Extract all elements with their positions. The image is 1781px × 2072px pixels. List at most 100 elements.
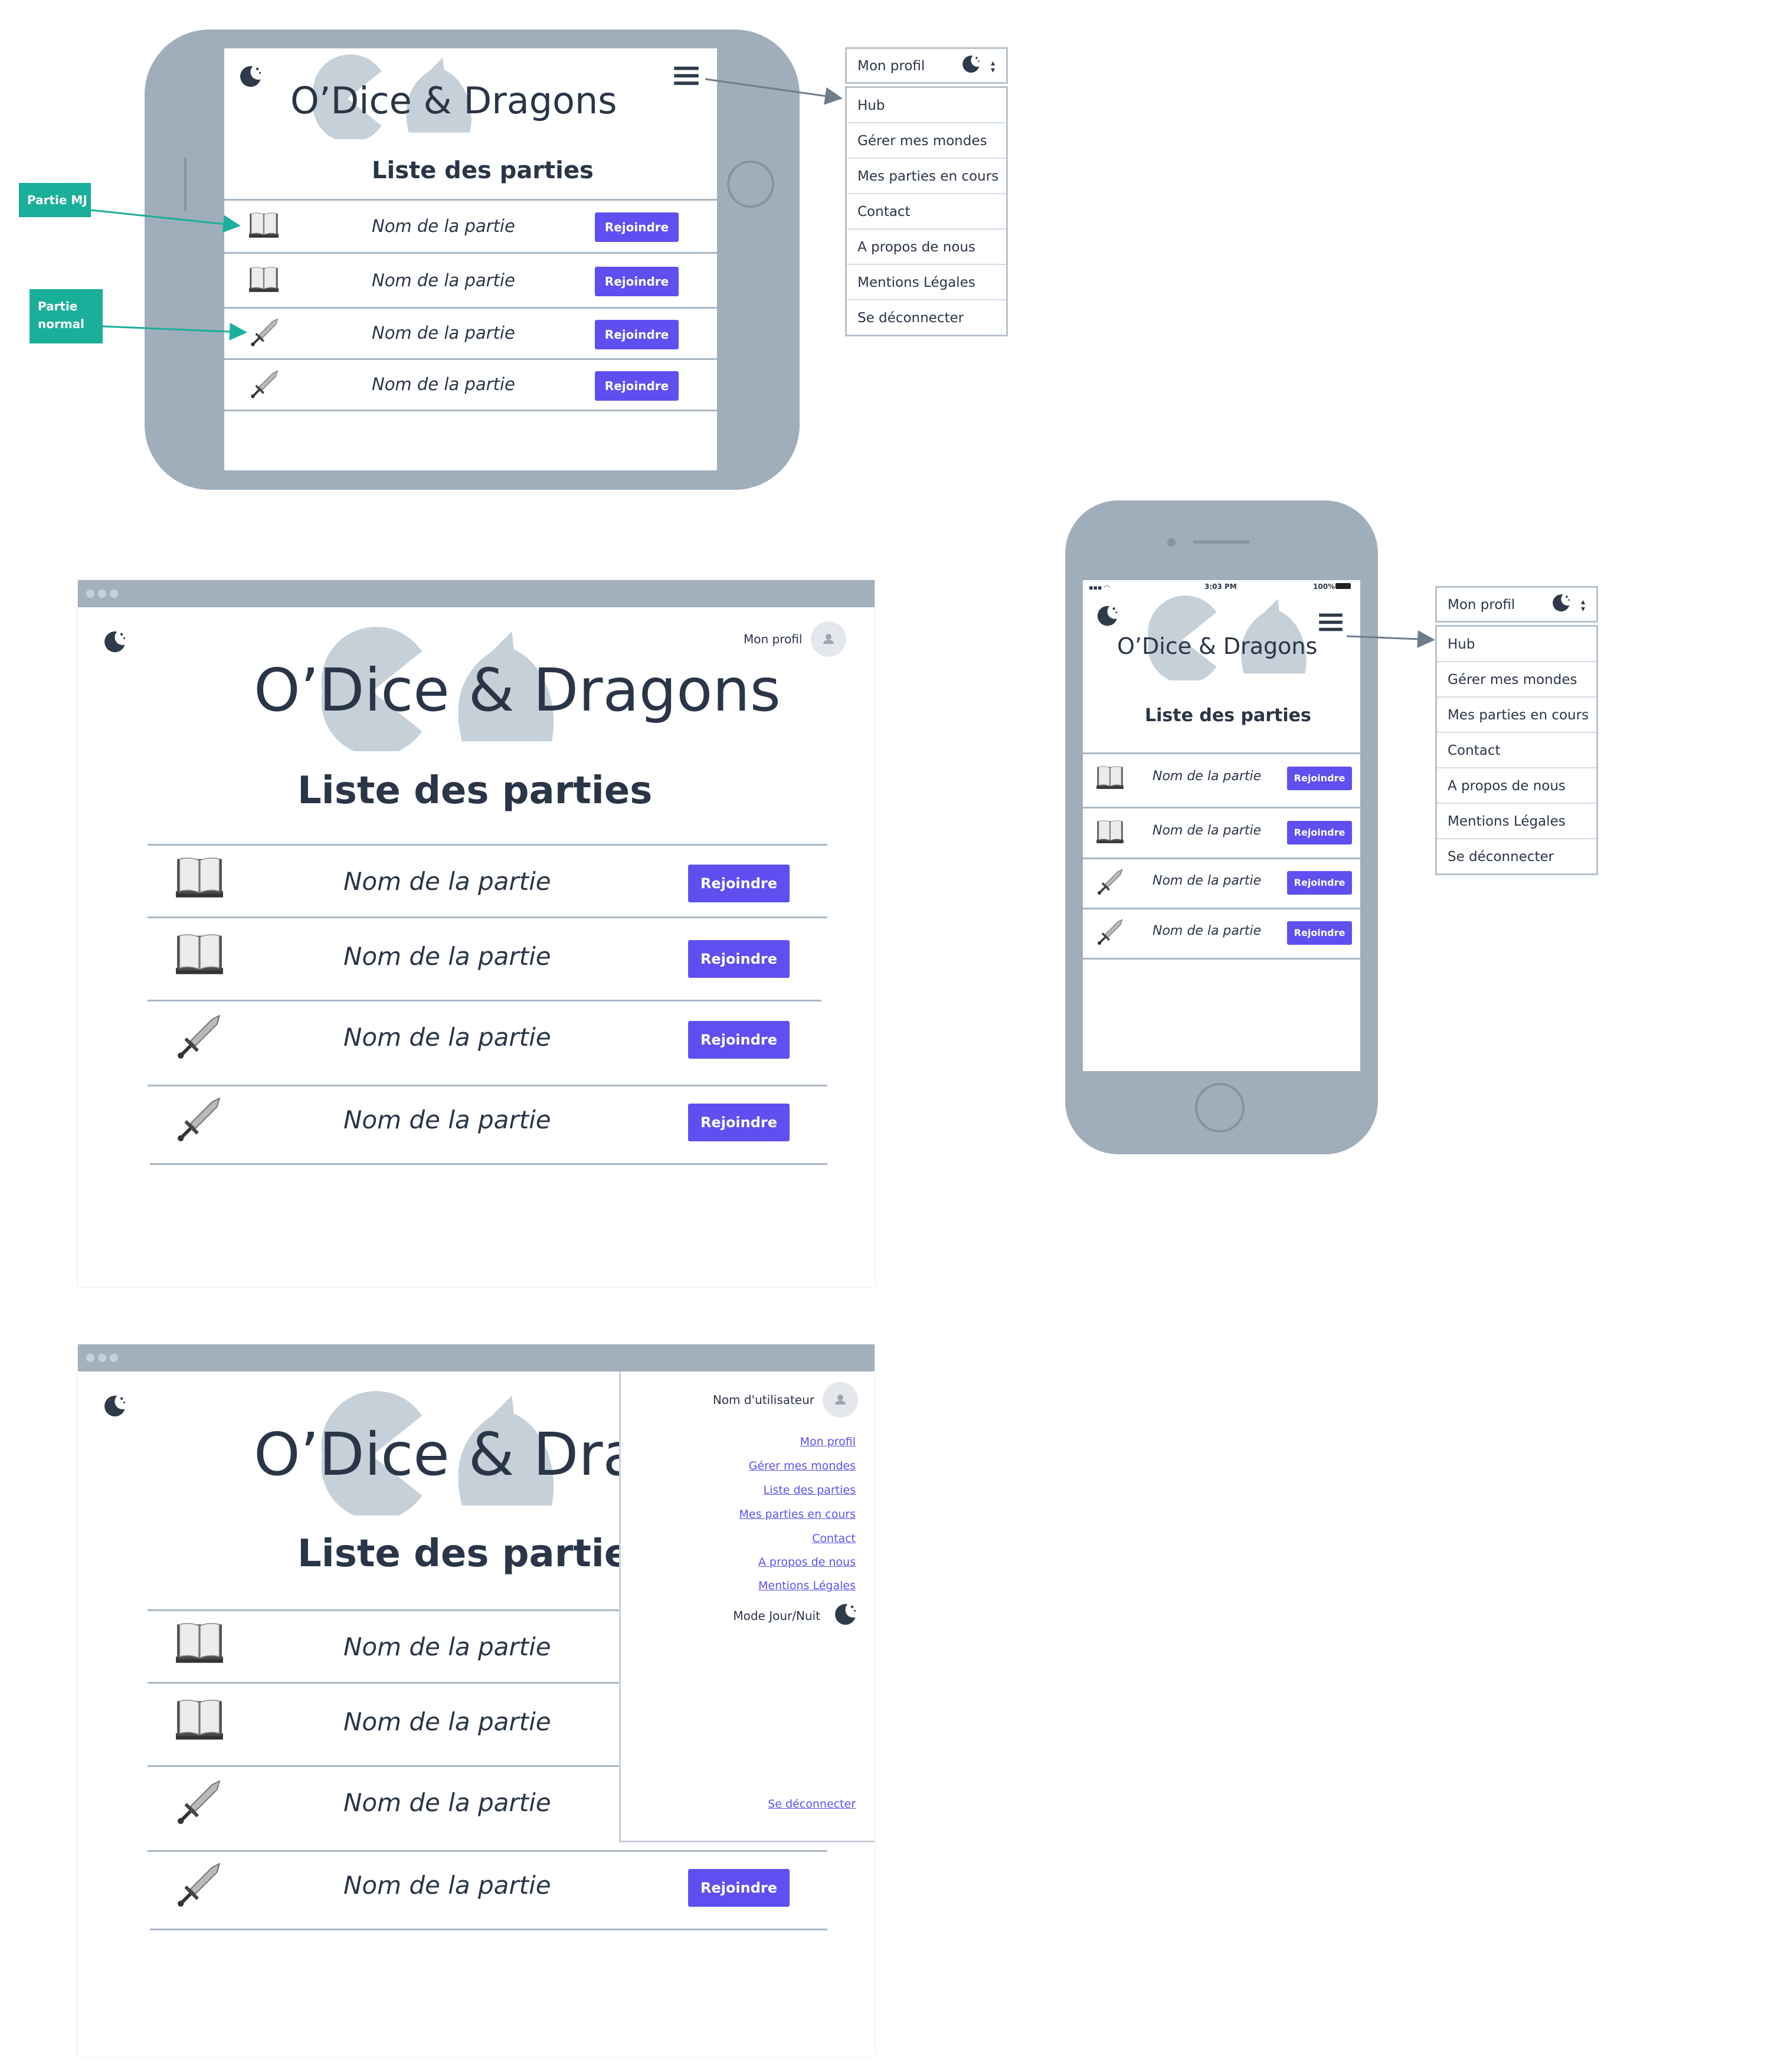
book-icon xyxy=(175,855,224,899)
phone-camera xyxy=(1167,538,1176,546)
desktop-window: Mon profil O’Dice & Dragons Liste des pa… xyxy=(78,580,875,1287)
menu-item-mentions-legales[interactable]: Mentions Légales xyxy=(847,265,1006,300)
select-arrows-icon: ▴ ▾ xyxy=(1581,597,1586,614)
menu-item-contact[interactable]: Contact xyxy=(847,194,1006,230)
menu-item-a-propos[interactable]: A propos de nous xyxy=(1437,768,1596,804)
join-button[interactable]: Rejoindre xyxy=(688,1104,790,1141)
game-name: Nom de la partie xyxy=(343,867,551,896)
menu-item-mentions-legales[interactable]: Mentions Légales xyxy=(1437,804,1596,839)
phone-screen: ▪▪▪ ◠ 3:03 PM 100% O’Dice & Dragons List… xyxy=(1083,580,1360,1071)
divider xyxy=(148,916,827,918)
drawer-link-a-propos[interactable]: A propos de nous xyxy=(758,1556,856,1569)
game-name: Nom de la partie xyxy=(343,1871,551,1900)
join-button[interactable]: Rejoindre xyxy=(1287,921,1352,945)
sword-icon xyxy=(249,369,280,400)
menu-item-a-propos[interactable]: A propos de nous xyxy=(847,230,1006,265)
window-titlebar xyxy=(78,1344,875,1371)
divider xyxy=(1083,857,1360,859)
moon-icon[interactable] xyxy=(102,1393,127,1419)
menu-item-gerer-mondes[interactable]: Gérer mes mondes xyxy=(1437,662,1596,698)
battery-icon xyxy=(1335,583,1351,589)
sword-icon xyxy=(175,1779,223,1827)
divider xyxy=(1083,752,1360,754)
book-icon xyxy=(1096,765,1124,790)
sword-icon xyxy=(175,1096,223,1144)
avatar[interactable] xyxy=(823,1382,858,1418)
join-button[interactable]: Rejoindre xyxy=(1287,767,1352,790)
game-name: Nom de la partie xyxy=(1153,873,1262,888)
book-icon xyxy=(175,1621,224,1664)
divider xyxy=(150,1929,827,1930)
divider xyxy=(1083,807,1360,808)
status-time: 3:03 PM xyxy=(1204,582,1237,591)
join-button[interactable]: Rejoindre xyxy=(595,371,679,401)
menu-item-contact[interactable]: Contact xyxy=(1437,733,1596,768)
divider xyxy=(148,1085,827,1086)
moon-icon[interactable] xyxy=(1095,604,1119,629)
menu-item-hub[interactable]: Hub xyxy=(1437,627,1596,662)
sword-icon xyxy=(175,1861,223,1910)
join-button[interactable]: Rejoindre xyxy=(688,1021,790,1059)
drawer-link-gerer-mondes[interactable]: Gérer mes mondes xyxy=(749,1459,856,1472)
menu-item-parties-en-cours[interactable]: Mes parties en cours xyxy=(847,159,1006,194)
signal-icon: ▪▪▪ ◠ xyxy=(1089,584,1110,591)
select-arrows-icon: ▴ ▾ xyxy=(991,58,996,75)
profile-select-label: Mon profil xyxy=(857,58,925,74)
game-name: Nom de la partie xyxy=(343,1105,551,1134)
game-name: Nom de la partie xyxy=(343,1788,551,1817)
sword-icon xyxy=(175,1013,223,1062)
moon-icon[interactable] xyxy=(102,629,127,655)
drawer-username: Nom d'utilisateur xyxy=(712,1393,814,1407)
drawer-link-deconnecter[interactable]: Se déconnecter xyxy=(768,1798,856,1811)
mode-toggle-label: Mode Jour/Nuit xyxy=(733,1609,820,1623)
game-name: Nom de la partie xyxy=(343,1632,551,1661)
avatar[interactable] xyxy=(811,621,846,657)
drawer-link-liste-parties[interactable]: Liste des parties xyxy=(764,1484,856,1497)
hamburger-menu-icon[interactable] xyxy=(1318,610,1344,636)
drawer-link-mentions-legales[interactable]: Mentions Légales xyxy=(758,1579,856,1592)
profile-select[interactable]: Mon profil ▴ ▾ xyxy=(845,47,1008,84)
divider xyxy=(148,1000,821,1001)
dropdown-menu: Hub Gérer mes mondes Mes parties en cour… xyxy=(845,86,1008,336)
divider xyxy=(224,410,717,411)
join-button[interactable]: Rejoindre xyxy=(688,940,790,978)
join-button[interactable]: Rejoindre xyxy=(1287,871,1352,895)
menu-item-deconnecter[interactable]: Se déconnecter xyxy=(847,300,1006,336)
drawer-links: Mon profil Gérer mes mondes Liste des pa… xyxy=(643,1435,856,1612)
book-icon xyxy=(175,1697,224,1741)
app-title: O’Dice & Dragons xyxy=(1117,633,1318,659)
user-icon xyxy=(817,627,840,651)
menu-item-parties-en-cours[interactable]: Mes parties en cours xyxy=(1437,698,1596,733)
join-button[interactable]: Rejoindre xyxy=(688,865,790,902)
phone-menu-arrow xyxy=(1346,630,1435,648)
join-button[interactable]: Rejoindre xyxy=(1287,821,1352,844)
profile-select-label: Mon profil xyxy=(1448,597,1515,613)
drawer-link-contact[interactable]: Contact xyxy=(812,1532,856,1545)
dropdown-menu: Hub Gérer mes mondes Mes parties en cour… xyxy=(1435,625,1598,875)
menu-item-hub[interactable]: Hub xyxy=(847,88,1006,123)
window-dot xyxy=(86,1354,94,1362)
menu-item-deconnecter[interactable]: Se déconnecter xyxy=(1437,839,1596,875)
window-dot xyxy=(98,590,106,598)
menu-item-gerer-mondes[interactable]: Gérer mes mondes xyxy=(847,123,1006,159)
divider xyxy=(148,844,827,846)
moon-icon xyxy=(1550,593,1572,614)
page-title: Liste des parties xyxy=(1145,705,1311,726)
profile-select[interactable]: Mon profil ▴ ▾ xyxy=(1435,586,1598,623)
join-button[interactable]: Rejoindre xyxy=(688,1869,790,1907)
moon-icon[interactable] xyxy=(832,1602,858,1628)
drawer-link-mon-profil[interactable]: Mon profil xyxy=(800,1435,856,1448)
page-title: Liste des parties xyxy=(297,1532,653,1576)
divider xyxy=(1083,958,1360,960)
window-dot xyxy=(110,1354,118,1362)
app-title: O’Dice & Dragons xyxy=(254,656,781,725)
game-name: Nom de la partie xyxy=(1153,823,1262,838)
divider xyxy=(148,1850,827,1852)
drawer-link-parties-en-cours[interactable]: Mes parties en cours xyxy=(739,1508,856,1521)
game-name: Nom de la partie xyxy=(1153,769,1262,784)
moon-icon xyxy=(960,54,981,75)
game-name: Nom de la partie xyxy=(372,374,515,394)
status-battery: 100% xyxy=(1313,582,1335,591)
profile-label[interactable]: Mon profil xyxy=(744,632,802,646)
divider xyxy=(150,1163,827,1165)
